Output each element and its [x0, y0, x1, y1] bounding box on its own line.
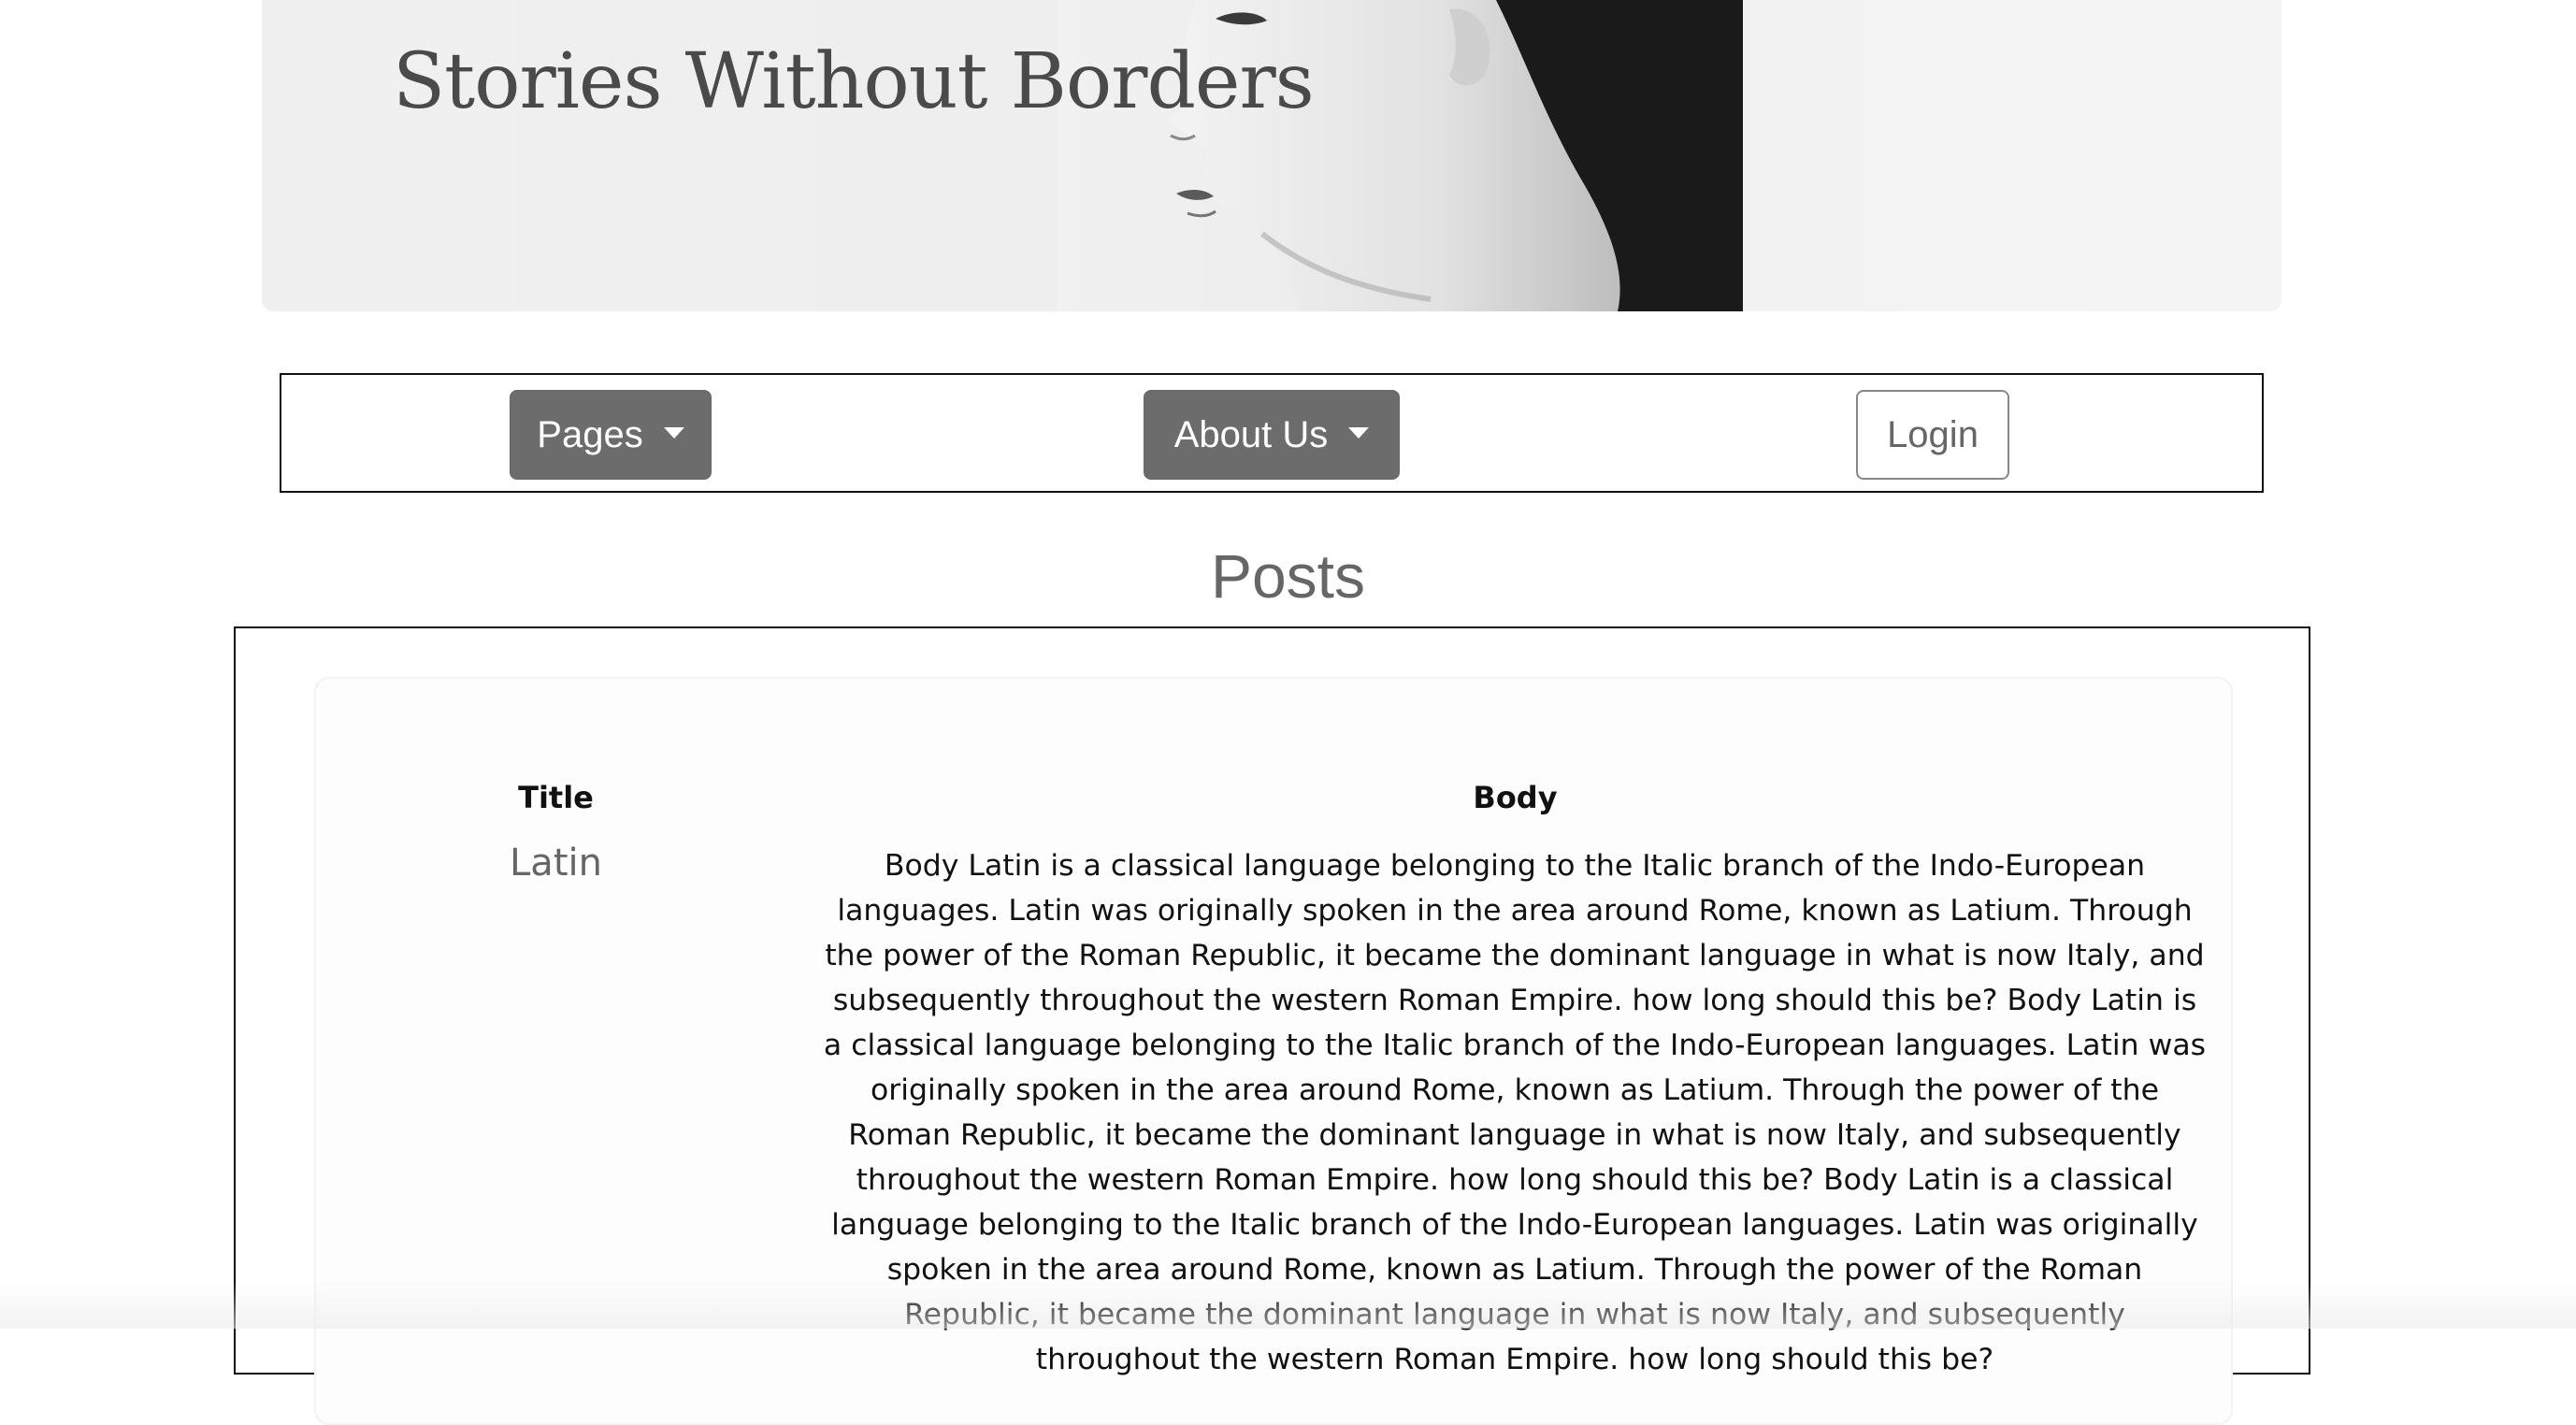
main-nav: Pages About Us Login	[280, 373, 2264, 493]
pages-button-label: Pages	[537, 413, 643, 455]
header-banner: Stories Without Borders	[262, 0, 2281, 311]
post-body-text: Body Latin is a classical language belon…	[823, 849, 2207, 1376]
about-button-label: About Us	[1173, 413, 1329, 455]
column-header-title: Title	[518, 780, 594, 815]
column-header-body: Body	[1473, 780, 1558, 815]
about-us-dropdown-button[interactable]: About Us	[1144, 390, 1400, 480]
caret-down-icon	[663, 427, 684, 439]
caret-down-icon	[1348, 427, 1370, 439]
site-title: Stories Without Borders	[393, 37, 1315, 126]
post-title-link[interactable]: Latin	[316, 842, 796, 885]
login-button-label: Login	[1887, 413, 1979, 455]
login-button[interactable]: Login	[1856, 390, 2009, 480]
posts-heading: Posts	[1210, 541, 1366, 611]
posts-card: Title Body Latin Body Latin is a classic…	[314, 677, 2233, 1425]
pages-dropdown-button[interactable]: Pages	[510, 390, 712, 480]
posts-container: Title Body Latin Body Latin is a classic…	[234, 626, 2310, 1425]
